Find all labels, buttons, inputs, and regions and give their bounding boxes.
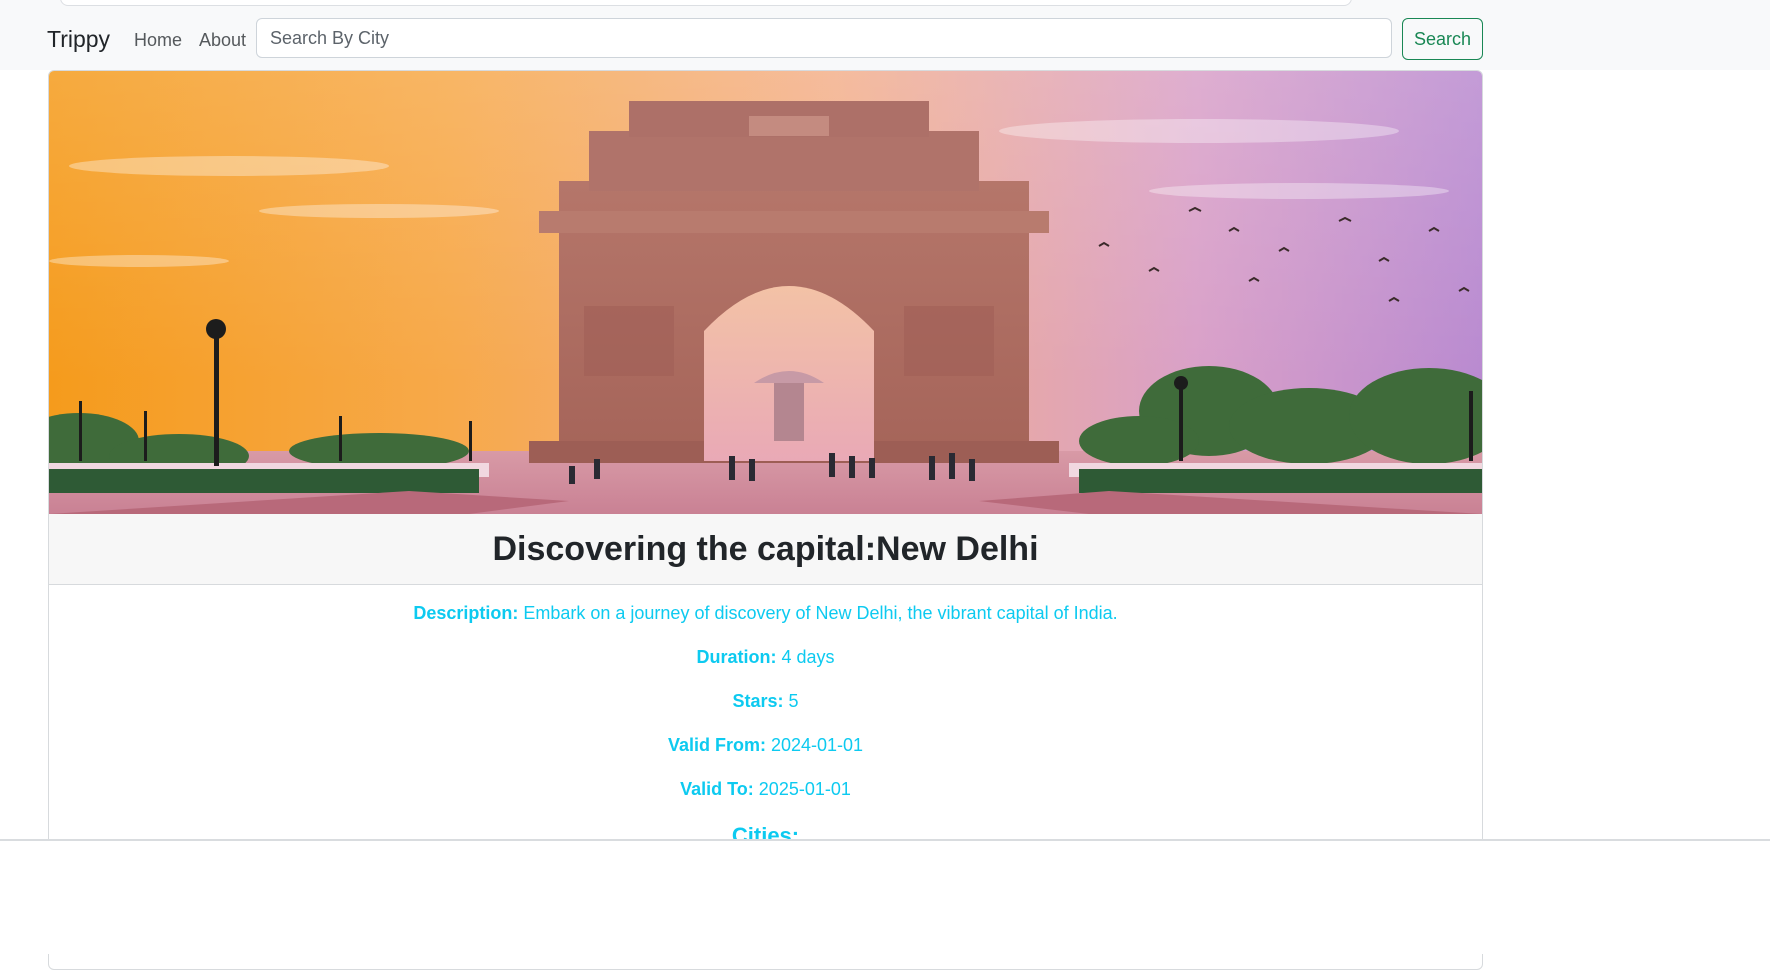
nav-link-home[interactable]: Home — [134, 30, 182, 51]
detail-valid-from: Valid From: 2024-01-01 — [49, 735, 1482, 756]
detail-label: Valid To: — [680, 779, 754, 799]
detail-value: Embark on a journey of discovery of New … — [523, 603, 1118, 623]
detail-label: Description: — [413, 603, 519, 623]
search-input[interactable] — [256, 18, 1392, 58]
card-header: Discovering the capital:New Delhi — [49, 514, 1482, 585]
bottom-blank-area — [0, 839, 1770, 954]
detail-label: Valid From: — [667, 735, 766, 755]
package-card: Discovering the capital:New Delhi Descri… — [48, 70, 1483, 970]
package-title: Discovering the capital:New Delhi — [492, 529, 1039, 568]
detail-label: Stars: — [732, 691, 784, 711]
detail-description: Description: Embark on a journey of disc… — [49, 603, 1482, 624]
detail-value: 2025-01-01 — [758, 779, 851, 799]
detail-label: Duration: — [696, 647, 777, 667]
detail-value: 5 — [788, 691, 799, 711]
india-gate-photo — [49, 71, 1482, 514]
brand-link[interactable]: Trippy — [47, 26, 110, 53]
detail-stars: Stars: 5 — [49, 691, 1482, 712]
detail-value: 2024-01-01 — [770, 735, 864, 755]
detail-value: 4 days — [781, 647, 835, 667]
address-bar-edge — [60, 0, 1352, 6]
detail-valid-to: Valid To: 2025-01-01 — [49, 779, 1482, 800]
detail-duration: Duration: 4 days — [49, 647, 1482, 668]
nav-link-about[interactable]: About — [199, 30, 246, 51]
navbar: Trippy Home About Search — [0, 10, 1770, 70]
search-button[interactable]: Search — [1402, 18, 1483, 60]
